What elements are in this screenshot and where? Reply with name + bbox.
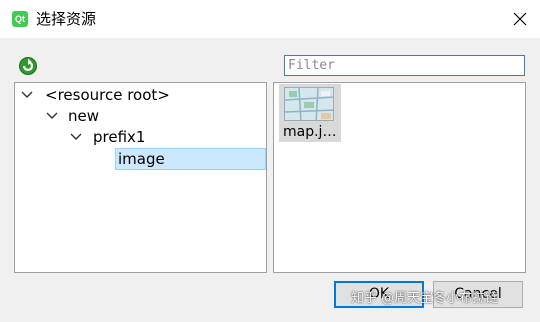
- close-button[interactable]: [500, 0, 540, 38]
- ok-button[interactable]: OK: [334, 281, 424, 308]
- tree-item-label: prefix1: [93, 128, 146, 146]
- tree-item-label: image: [115, 148, 266, 170]
- tree-item-new[interactable]: new: [15, 105, 266, 127]
- tree-item-label: new: [68, 107, 100, 125]
- chevron-down-icon[interactable]: [46, 112, 58, 120]
- tree-item-label: <resource root>: [45, 86, 170, 104]
- chevron-down-icon[interactable]: [70, 133, 82, 141]
- cancel-button[interactable]: Cancel: [433, 281, 523, 308]
- close-icon: [513, 12, 527, 26]
- filter-input[interactable]: [284, 55, 525, 76]
- chevron-down-icon[interactable]: [21, 91, 33, 99]
- file-item-map[interactable]: map.j…: [279, 84, 341, 142]
- refresh-icon: [19, 57, 37, 75]
- qt-app-icon: Qt: [12, 11, 28, 27]
- image-thumbnail-icon: [284, 87, 334, 121]
- refresh-button[interactable]: [16, 54, 40, 76]
- file-item-label: map.j…: [283, 124, 337, 140]
- tree-item-resource-root[interactable]: <resource root>: [15, 84, 266, 106]
- tree-item-image[interactable]: image: [15, 148, 266, 170]
- window-title: 选择资源: [36, 10, 97, 28]
- title-bar: Qt 选择资源: [0, 0, 540, 38]
- file-list[interactable]: map.j…: [273, 82, 526, 273]
- resource-tree[interactable]: <resource root> new prefix1 image: [14, 82, 267, 273]
- tree-item-prefix1[interactable]: prefix1: [15, 126, 266, 148]
